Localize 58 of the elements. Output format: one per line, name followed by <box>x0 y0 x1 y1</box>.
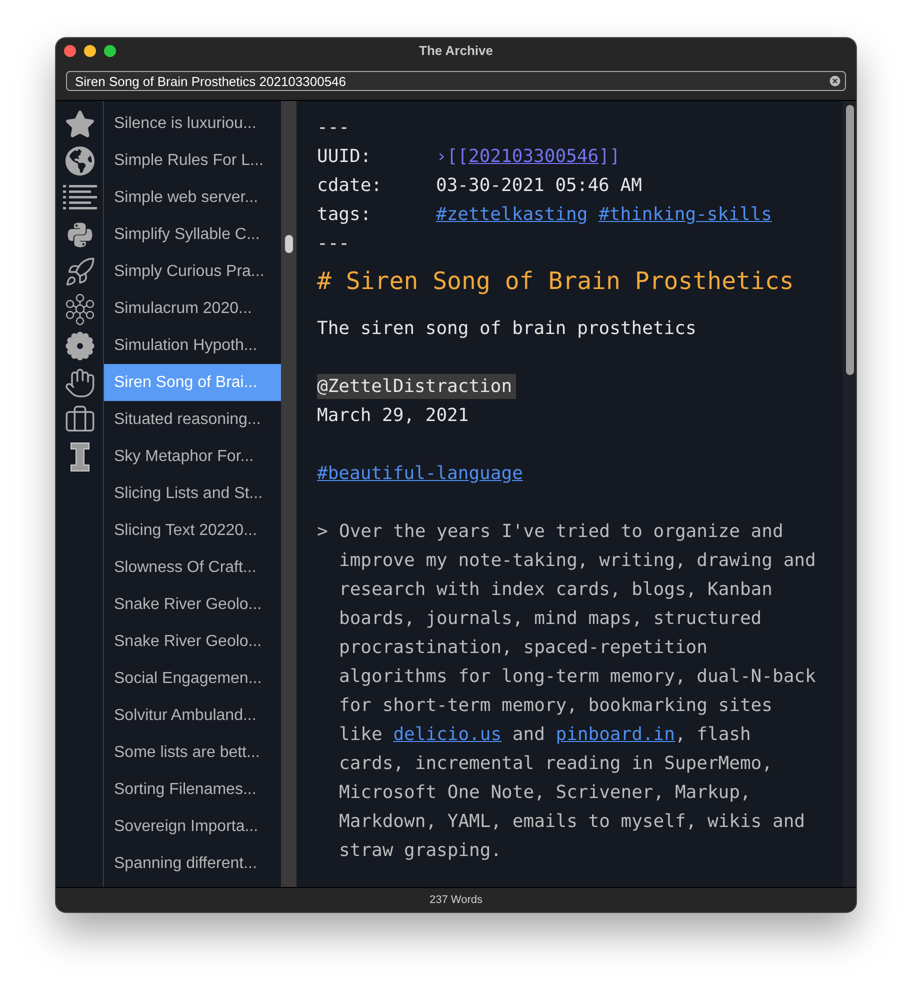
note-list-item[interactable]: Silence is luxuriou... <box>104 105 281 142</box>
link-chevron: › <box>436 145 447 169</box>
note-list-item[interactable]: Simple Rules For L... <box>104 142 281 179</box>
link-bracket: [[ <box>446 145 469 169</box>
field-key: UUID: <box>317 142 436 171</box>
minimize-button[interactable] <box>84 45 96 57</box>
i-beam-icon[interactable] <box>70 442 90 472</box>
note-heading: # Siren Song of Brain Prosthetics <box>317 266 795 297</box>
window-title: The Archive <box>419 42 493 58</box>
note-list-item[interactable]: Simply Curious Pra... <box>104 253 281 290</box>
note-list-item[interactable]: Solvitur Ambuland... <box>104 697 281 734</box>
link-bracket: ]] <box>598 145 620 169</box>
flower-icon[interactable] <box>64 330 96 362</box>
tag-link[interactable]: #thinking-skills <box>598 200 772 229</box>
note-list-item[interactable]: Simplify Syllable C... <box>104 216 281 253</box>
word-count: 237 Words <box>430 894 482 906</box>
note-list-item[interactable]: Sovereign Importa... <box>104 808 281 845</box>
web-link[interactable]: delicio.us <box>393 724 502 745</box>
mention: @ZettelDistraction <box>317 374 516 399</box>
note-list-item[interactable]: Simulacrum 2020... <box>104 290 281 327</box>
web-link[interactable]: pinboard.in <box>556 724 675 745</box>
note-list-item[interactable]: Social Engagemen... <box>104 660 281 697</box>
note-list-item[interactable]: Simple web server... <box>104 179 281 216</box>
search-field[interactable]: Siren Song of Brain Prosthetics 202103300546 <box>66 71 846 91</box>
field-key: tags: <box>317 200 436 229</box>
note-list-item[interactable]: Slowness Of Craft... <box>104 549 281 586</box>
paragraph: The siren song of brain prosthetics <box>317 317 698 341</box>
front-matter-rule: --- <box>317 116 350 140</box>
note-list-item[interactable]: Spanning different... <box>104 845 281 882</box>
note-list-item[interactable]: Simulation Hypoth... <box>104 327 281 364</box>
note-list-item[interactable]: Snake River Geolo... <box>104 623 281 660</box>
note-list-item[interactable]: Situated reasoning... <box>104 401 281 438</box>
globe-icon[interactable] <box>64 146 94 176</box>
tag-link[interactable]: #zettelkasting <box>436 200 588 229</box>
scrollbar-thumb[interactable] <box>284 235 292 253</box>
python-icon[interactable] <box>66 220 94 248</box>
rocket-icon[interactable] <box>64 256 96 288</box>
front-matter-rule: --- <box>317 232 350 256</box>
hand-icon[interactable] <box>64 366 96 398</box>
field-value: 03-30-2021 05:46 AM <box>436 174 642 198</box>
tag-link[interactable]: #beautiful-language <box>317 463 523 484</box>
date-text: March 29, 2021 <box>317 404 470 428</box>
network-icon[interactable] <box>64 292 96 324</box>
field-key: cdate: <box>317 171 436 200</box>
quote-marker: > <box>317 520 329 544</box>
note-list-item[interactable]: Sorting Filenames... <box>104 771 281 808</box>
zoom-button[interactable] <box>104 45 116 57</box>
list-icon[interactable] <box>62 184 96 210</box>
note-list-item[interactable]: Snake River Geolo... <box>104 586 281 623</box>
note-list-item[interactable]: Sky Metaphor For... <box>104 438 281 475</box>
note-list-item[interactable]: Some lists are bett... <box>104 734 281 771</box>
blockquote-text: Over the years I've tried to organize and improve my note-taking, writing, drawing and research with index cards, blogs, Kanban boards, journals, mind maps, structured procrastination, spaced-repetition algorithms for long-term memory, dual-N-back for short-term memory, bookmarking sites like delicio.us and pinboard.in, flash cards, incremental reading in SuperMemo, Microsoft One Note, Scrivener, Markup, Markdown, YAML, emails to myself, wikis and straw grasping. <box>339 520 817 863</box>
note-list-item[interactable]: Slicing Lists and St... <box>104 475 281 512</box>
star-icon[interactable] <box>64 108 94 138</box>
scrollbar-thumb[interactable] <box>846 105 854 375</box>
note-link[interactable]: 202103300546 <box>468 142 599 171</box>
close-button[interactable] <box>64 45 76 57</box>
note-list-item[interactable]: Slicing Text 20220... <box>104 512 281 549</box>
